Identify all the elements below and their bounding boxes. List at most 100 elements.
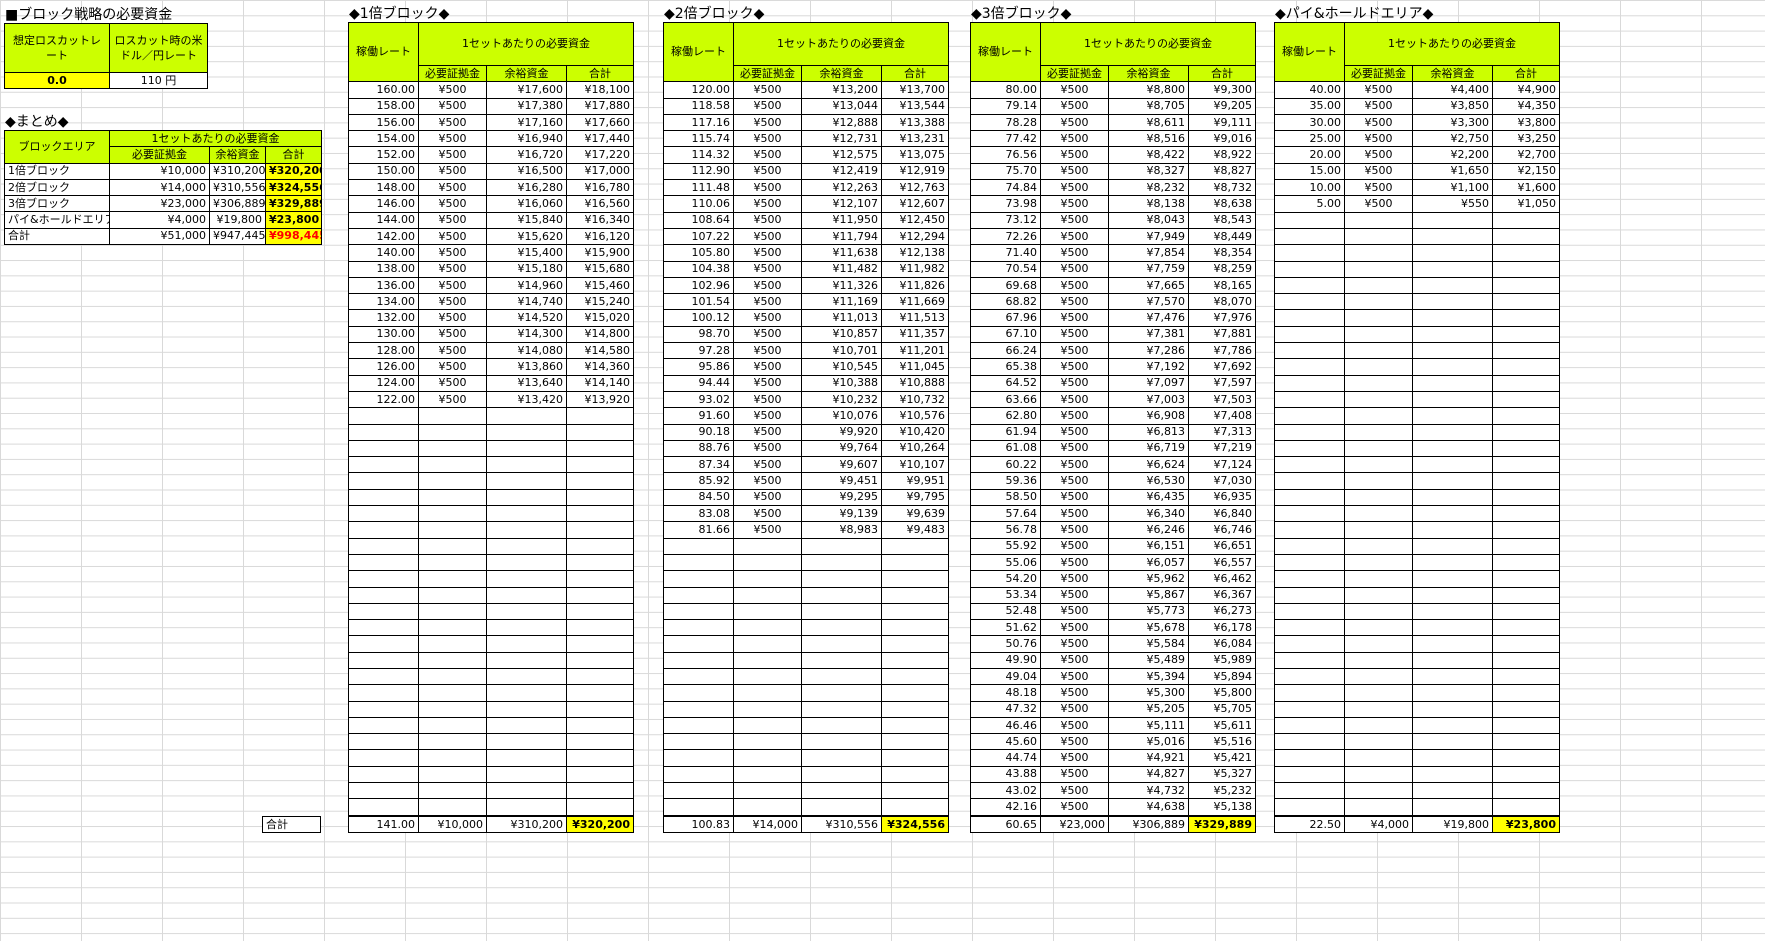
empty-cell[interactable] xyxy=(733,798,802,816)
row-total[interactable]: ¥7,219 xyxy=(1188,439,1256,458)
empty-cell[interactable] xyxy=(1344,667,1413,686)
row-spare[interactable]: ¥4,827 xyxy=(1108,765,1189,784)
row-spare[interactable]: ¥5,489 xyxy=(1108,651,1189,669)
row-total[interactable]: ¥16,780 xyxy=(566,179,634,197)
row-total[interactable]: ¥6,746 xyxy=(1188,521,1256,539)
empty-cell[interactable] xyxy=(1412,667,1493,686)
empty-cell[interactable] xyxy=(1492,684,1560,702)
empty-cell[interactable] xyxy=(1344,537,1413,555)
empty-cell[interactable] xyxy=(733,782,802,800)
row-spare[interactable]: ¥6,246 xyxy=(1108,521,1189,539)
row-total[interactable]: ¥5,516 xyxy=(1188,733,1256,751)
row-total[interactable]: ¥7,976 xyxy=(1188,309,1256,327)
empty-cell[interactable] xyxy=(486,602,567,621)
footer-margin[interactable]: ¥14,000 xyxy=(733,815,802,834)
row-rate[interactable]: 43.02 xyxy=(970,782,1041,800)
row-rate[interactable]: 136.00 xyxy=(348,276,419,295)
empty-cell[interactable] xyxy=(1412,684,1493,702)
row-spare[interactable]: ¥10,701 xyxy=(801,342,882,360)
empty-cell[interactable] xyxy=(733,635,802,653)
empty-cell[interactable] xyxy=(1344,619,1413,637)
row-total[interactable]: ¥13,544 xyxy=(881,97,949,115)
empty-cell[interactable] xyxy=(1412,423,1493,441)
row-total[interactable]: ¥8,732 xyxy=(1188,179,1256,197)
empty-cell[interactable] xyxy=(566,521,634,539)
row-spare[interactable]: ¥4,732 xyxy=(1108,782,1189,800)
empty-cell[interactable] xyxy=(663,553,734,572)
row-rate[interactable]: 71.40 xyxy=(970,244,1041,262)
empty-cell[interactable] xyxy=(1492,749,1560,767)
row-total[interactable]: ¥9,205 xyxy=(1188,97,1256,115)
row-margin[interactable]: ¥500 xyxy=(1344,195,1413,213)
empty-cell[interactable] xyxy=(566,570,634,588)
row-total[interactable]: ¥7,503 xyxy=(1188,390,1256,409)
empty-cell[interactable] xyxy=(1412,635,1493,653)
row-margin[interactable]: ¥500 xyxy=(418,162,487,181)
row-spare[interactable]: ¥10,545 xyxy=(801,358,882,376)
empty-cell[interactable] xyxy=(566,667,634,686)
row-rate[interactable]: 47.32 xyxy=(970,700,1041,718)
footer-total[interactable]: ¥320,200 xyxy=(566,815,634,834)
row-total[interactable]: ¥18,100 xyxy=(566,81,634,99)
row-rate[interactable]: 94.44 xyxy=(663,374,734,392)
row-rate[interactable]: 53.34 xyxy=(970,586,1041,604)
empty-cell[interactable] xyxy=(486,537,567,555)
empty-cell[interactable] xyxy=(418,472,487,490)
empty-cell[interactable] xyxy=(801,749,882,767)
row-spare[interactable]: ¥7,570 xyxy=(1108,293,1189,311)
empty-cell[interactable] xyxy=(733,684,802,702)
empty-cell[interactable] xyxy=(486,553,567,572)
row-total[interactable]: ¥11,669 xyxy=(881,293,949,311)
empty-cell[interactable] xyxy=(348,407,419,425)
empty-cell[interactable] xyxy=(663,651,734,669)
row-total[interactable]: ¥5,989 xyxy=(1188,651,1256,669)
footer-margin[interactable]: ¥4,000 xyxy=(1344,815,1413,834)
empty-cell[interactable] xyxy=(1492,619,1560,637)
empty-cell[interactable] xyxy=(881,700,949,718)
row-spare[interactable]: ¥6,624 xyxy=(1108,456,1189,474)
empty-cell[interactable] xyxy=(348,602,419,621)
row-margin[interactable]: ¥500 xyxy=(418,81,487,99)
empty-cell[interactable] xyxy=(1412,276,1493,295)
empty-cell[interactable] xyxy=(348,651,419,669)
row-spare[interactable]: ¥4,921 xyxy=(1108,749,1189,767)
row-margin[interactable]: ¥500 xyxy=(1040,162,1109,181)
row-spare[interactable]: ¥16,720 xyxy=(486,146,567,164)
empty-cell[interactable] xyxy=(1492,570,1560,588)
row-spare[interactable]: ¥12,107 xyxy=(801,195,882,213)
empty-cell[interactable] xyxy=(1344,765,1413,784)
row-rate[interactable]: 104.38 xyxy=(663,260,734,278)
empty-cell[interactable] xyxy=(1344,309,1413,327)
empty-cell[interactable] xyxy=(881,635,949,653)
row-rate[interactable]: 30.00 xyxy=(1274,113,1345,132)
empty-cell[interactable] xyxy=(566,749,634,767)
row-spare[interactable]: ¥8,327 xyxy=(1108,162,1189,181)
row-spare[interactable]: ¥14,740 xyxy=(486,293,567,311)
row-total[interactable]: ¥13,231 xyxy=(881,130,949,148)
row-rate[interactable]: 152.00 xyxy=(348,146,419,164)
empty-cell[interactable] xyxy=(1274,602,1345,621)
row-total[interactable]: ¥3,800 xyxy=(1492,113,1560,132)
empty-cell[interactable] xyxy=(1274,293,1345,311)
empty-cell[interactable] xyxy=(801,700,882,718)
empty-cell[interactable] xyxy=(1492,309,1560,327)
empty-cell[interactable] xyxy=(1412,782,1493,800)
row-margin[interactable]: ¥500 xyxy=(733,179,802,197)
summary-row-margin[interactable]: ¥4,000 xyxy=(109,211,210,229)
row-rate[interactable]: 156.00 xyxy=(348,113,419,132)
footer-margin[interactable]: ¥23,000 xyxy=(1040,815,1109,834)
row-spare[interactable]: ¥9,764 xyxy=(801,439,882,458)
row-spare[interactable]: ¥6,908 xyxy=(1108,407,1189,425)
row-margin[interactable]: ¥500 xyxy=(418,195,487,213)
row-total[interactable]: ¥6,462 xyxy=(1188,570,1256,588)
row-spare[interactable]: ¥2,750 xyxy=(1412,130,1493,148)
empty-cell[interactable] xyxy=(1412,570,1493,588)
row-spare[interactable]: ¥8,232 xyxy=(1108,179,1189,197)
row-spare[interactable]: ¥12,731 xyxy=(801,130,882,148)
row-rate[interactable]: 130.00 xyxy=(348,325,419,344)
row-rate[interactable]: 63.66 xyxy=(970,390,1041,409)
summary-row-margin[interactable]: ¥14,000 xyxy=(109,178,210,197)
empty-cell[interactable] xyxy=(663,537,734,555)
empty-cell[interactable] xyxy=(418,684,487,702)
footer-rate[interactable]: 22.50 xyxy=(1274,815,1345,834)
